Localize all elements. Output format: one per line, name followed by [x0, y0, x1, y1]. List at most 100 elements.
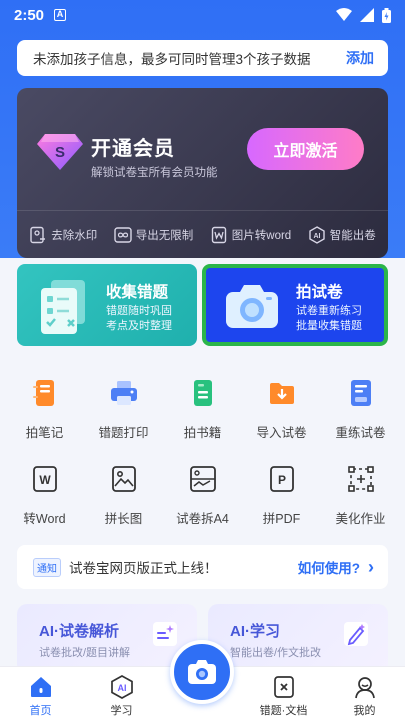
shoot-card-sub2: 批量收集错题 [296, 320, 362, 332]
tab-label: 我的 [353, 705, 376, 717]
tool-grid-row-2: W 转Word 拼长图 试卷拆A4 P 拼PDF 美化作业 [0, 464, 405, 527]
tool-merge-pdf[interactable]: P 拼PDF [245, 464, 319, 527]
tool-beautify-homework[interactable]: 美化作业 [324, 464, 398, 527]
status-time: 2:50 [14, 6, 45, 24]
tab-home[interactable]: 首页 [0, 667, 81, 720]
vip-feature-label: 智能出卷 [329, 229, 376, 242]
vip-feature-label: 导出无限制 [135, 229, 194, 242]
vip-feature-no-watermark: 去除水印 [29, 226, 97, 244]
camera-icon [226, 285, 278, 328]
notice-tag: 通知 [33, 557, 61, 577]
ai-card-title: AI·学习 [230, 623, 280, 640]
folder-import-icon [269, 383, 294, 404]
ai-pen-icon [344, 622, 368, 646]
ai-study-glyph: AI [117, 683, 126, 693]
notebook-icon [32, 380, 54, 406]
pdf-icon: P [269, 466, 294, 492]
shoot-paper-card[interactable]: 拍试卷 试卷重新练习 批量收集错题 [202, 264, 388, 346]
printer-icon [110, 381, 137, 405]
book-icon [193, 380, 212, 406]
vip-features: 去除水印 导出无限制 图片转word AI 智能出卷 [17, 211, 388, 258]
tool-label: 导入试卷 [256, 426, 307, 440]
tab-label: 错题·文档 [259, 705, 308, 717]
wifi-icon [336, 8, 352, 21]
vip-subtitle: 解锁试卷宝所有会员功能 [91, 167, 218, 179]
tool-label: 拍笔记 [25, 426, 64, 440]
status-bar: 2:50 A [0, 0, 405, 30]
shoot-card-sub1: 试卷重新练习 [296, 305, 362, 317]
how-to-use-link[interactable]: 如何使用? › [298, 557, 374, 578]
how-to-use-label: 如何使用? [297, 561, 360, 576]
tab-wrong-docs[interactable]: 错题·文档 [243, 667, 324, 720]
vip-gem-icon: S [37, 134, 83, 170]
collect-card-sub2: 考点及时整理 [106, 320, 172, 332]
tab-study[interactable]: AI 学习 [81, 667, 162, 720]
beautify-icon [347, 466, 374, 492]
tool-split-a4[interactable]: 试卷拆A4 [166, 464, 240, 527]
word-doc-icon [211, 226, 226, 243]
vip-feature-label: 图片转word [231, 229, 292, 242]
tool-grid-row-1: 拍笔记 错题打印 拍书籍 导入试卷 重练试卷 [0, 378, 405, 441]
tab-label: 首页 [29, 705, 52, 717]
ai-icon: AI [309, 225, 325, 244]
status-a-badge: A [54, 9, 67, 21]
tool-shoot-book[interactable]: 拍书籍 [166, 378, 240, 441]
tool-label: 转Word [23, 512, 66, 526]
vip-gem-letter: S [55, 144, 65, 161]
svg-text:AI: AI [313, 233, 320, 240]
collect-card-sub1: 错题随时巩固 [106, 305, 172, 317]
tool-label: 美化作业 [335, 512, 386, 526]
tool-import-paper[interactable]: 导入试卷 [245, 378, 319, 441]
tool-label: 拼PDF [262, 512, 301, 526]
battery-icon [382, 7, 391, 23]
split-a4-icon [189, 466, 216, 492]
tool-label: 拼长图 [104, 512, 143, 526]
vip-feature-label: 去除水印 [51, 229, 98, 242]
tool-take-notes[interactable]: 拍笔记 [8, 378, 82, 441]
tool-label: 重练试卷 [335, 426, 386, 440]
web-launch-announcement[interactable]: 通知 试卷宝网页版正式上线！ 如何使用? › [17, 545, 388, 589]
child-notice-text: 未添加孩子信息，最多可同时管理3个孩子数据 [33, 52, 311, 67]
tool-long-image[interactable]: 拼长图 [87, 464, 161, 527]
paper-redo-icon [350, 380, 371, 406]
tab-profile[interactable]: 我的 [324, 667, 405, 720]
infinity-icon [114, 226, 132, 243]
collect-wrong-questions-card[interactable]: 收集错题 错题随时巩固 考点及时整理 [17, 264, 197, 346]
ai-analysis-icon [153, 622, 177, 646]
signal-icon [360, 8, 374, 22]
long-image-icon [111, 466, 136, 492]
tool-label: 拍书籍 [183, 426, 222, 440]
collect-card-title: 收集错题 [106, 284, 169, 301]
activate-vip-button[interactable]: 立即激活 [247, 128, 364, 170]
camera-icon [188, 660, 216, 684]
collect-card-subtitle: 错题随时巩固 考点及时整理 [106, 304, 172, 334]
shoot-card-title: 拍试卷 [296, 284, 343, 301]
tool-label: 错题打印 [98, 426, 149, 440]
status-right [336, 7, 391, 23]
pdf-icon-glyph: P [277, 473, 285, 487]
vip-feature-smart-paper: AI 智能出卷 [308, 225, 376, 244]
word-icon-glyph: W [39, 473, 51, 487]
camera-fab-button[interactable] [170, 640, 234, 704]
tool-label: 试卷拆A4 [176, 512, 229, 526]
tool-redo-paper[interactable]: 重练试卷 [324, 378, 398, 441]
shoot-card-subtitle: 试卷重新练习 批量收集错题 [296, 304, 362, 334]
announcement-text: 试卷宝网页版正式上线！ [69, 561, 218, 576]
wrong-doc-icon [273, 676, 294, 698]
ai-card-subtitle: 智能出卷/作文批改 [230, 647, 322, 659]
vip-feature-unlimited-export: 导出无限制 [114, 226, 194, 244]
ai-study-icon: AI [110, 675, 133, 699]
add-child-button[interactable]: 添加 [346, 48, 374, 68]
wrong-question-doc-icon [41, 280, 85, 334]
chevron-right-icon: › [368, 556, 374, 577]
ai-card-subtitle: 试卷批改/题目讲解 [39, 647, 131, 659]
tool-print-wrong[interactable]: 错题打印 [87, 378, 161, 441]
word-icon: W [32, 466, 57, 492]
vip-title: 开通会员 [91, 138, 175, 160]
ai-study-card[interactable]: AI·学习 智能出卷/作文批改 [208, 604, 388, 674]
profile-icon [354, 677, 375, 699]
home-icon [30, 677, 51, 697]
ai-card-title: AI·试卷解析 [39, 623, 119, 640]
vip-card[interactable]: S 开通会员 解锁试卷宝所有会员功能 立即激活 去除水印 导出无限制 图片转wo… [17, 88, 388, 258]
tool-to-word[interactable]: W 转Word [8, 464, 82, 527]
